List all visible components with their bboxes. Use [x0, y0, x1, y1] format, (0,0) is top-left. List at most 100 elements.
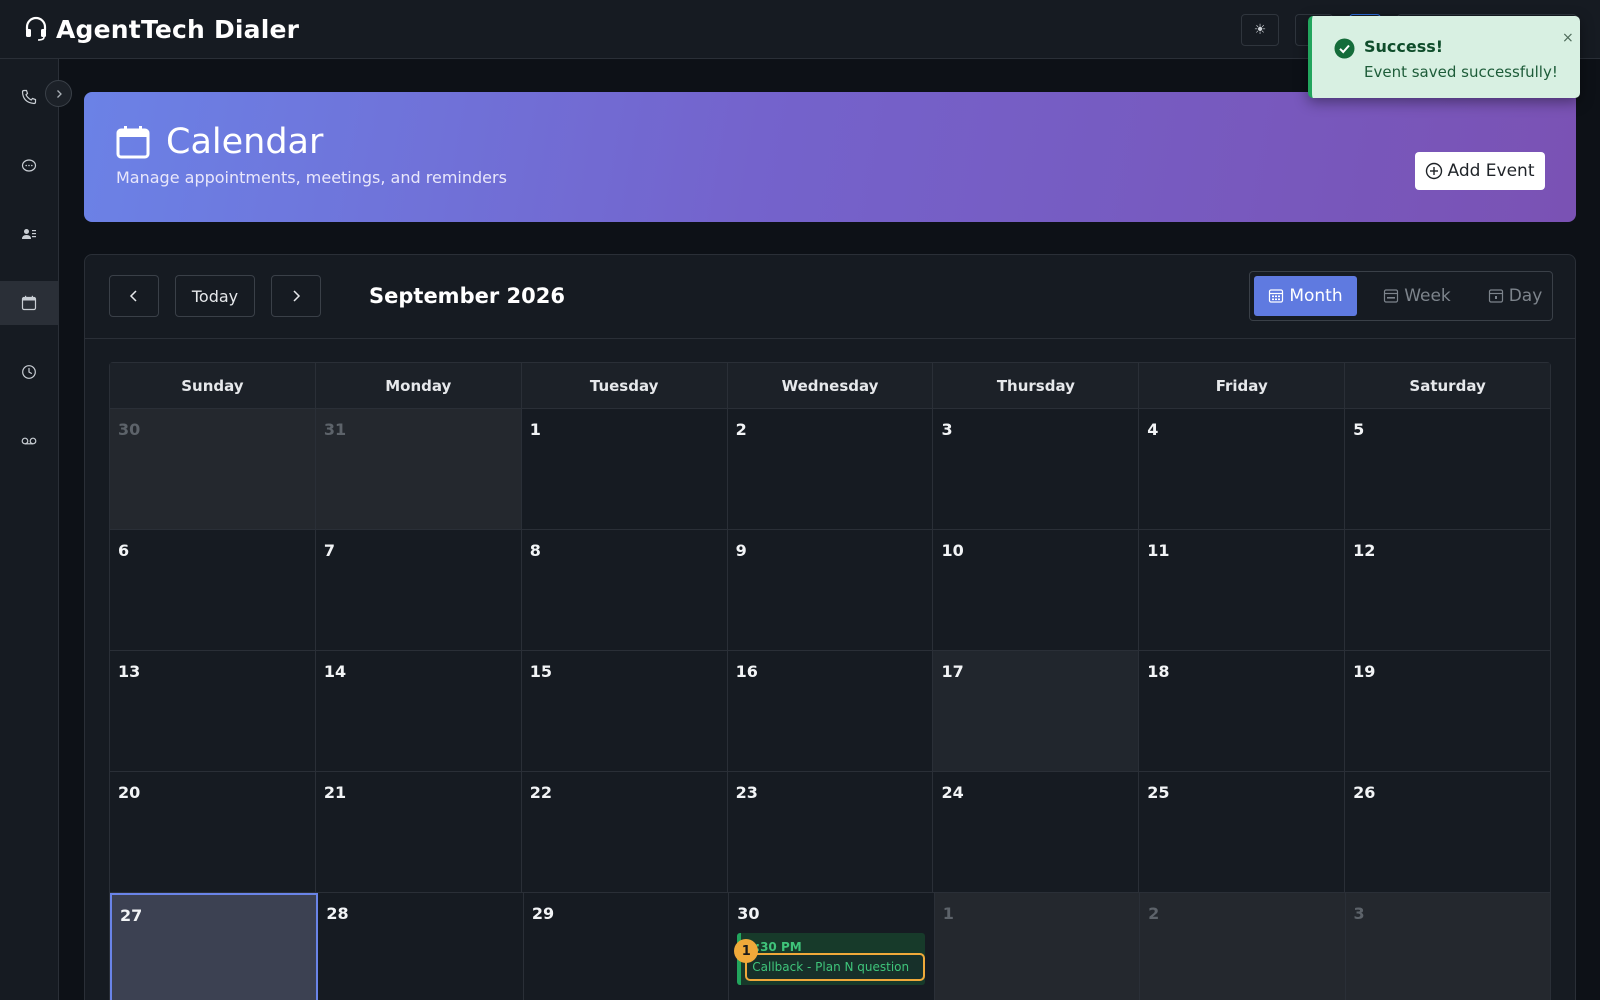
- calendar-week-icon: [1384, 289, 1399, 303]
- day-cell[interactable]: 16: [727, 651, 934, 771]
- view-day-button[interactable]: Day: [1476, 276, 1554, 316]
- day-cell[interactable]: 21: [315, 772, 522, 892]
- page-header-banner: Calendar Manage appointments, meetings, …: [84, 92, 1576, 222]
- view-day-label: Day: [1508, 286, 1543, 306]
- day-cell[interactable]: 1: [521, 409, 728, 529]
- weekday-label: Monday: [316, 363, 522, 408]
- day-cell[interactable]: 22: [521, 772, 728, 892]
- view-week-label: Week: [1404, 286, 1451, 306]
- week-row: 6 7 8 9 10 11 12: [110, 530, 1551, 651]
- chevron-right-icon: [293, 290, 301, 302]
- next-month-button[interactable]: [271, 275, 321, 317]
- day-number: 5: [1353, 420, 1365, 439]
- sidebar-toggle-button[interactable]: [45, 80, 72, 107]
- day-cell[interactable]: 26: [1345, 772, 1551, 892]
- day-number: 20: [118, 783, 141, 802]
- weekday-header: Sunday Monday Tuesday Wednesday Thursday…: [110, 363, 1550, 409]
- day-cell[interactable]: 29: [523, 893, 730, 1000]
- theme-toggle-button[interactable]: ☀: [1241, 14, 1279, 46]
- add-event-button[interactable]: Add Event: [1415, 152, 1545, 190]
- toast-message: Event saved successfully!: [1364, 63, 1558, 81]
- day-cell[interactable]: 28: [318, 893, 524, 1000]
- day-cell-today[interactable]: 27: [110, 893, 319, 1000]
- view-month-button[interactable]: Month: [1254, 276, 1357, 316]
- calendar-card: Today September 2026 Month Week Day Sund…: [84, 254, 1576, 1000]
- today-button[interactable]: Today: [175, 275, 255, 317]
- success-toast: Success! Event saved successfully! ×: [1308, 16, 1580, 98]
- day-cell[interactable]: 3: [1345, 893, 1550, 1000]
- calendar-event[interactable]: :30 PM Callback - Plan N question 1: [734, 933, 926, 985]
- day-cell[interactable]: 30 :30 PM Callback - Plan N question 1: [729, 893, 935, 1000]
- chat-icon: [21, 159, 37, 172]
- day-cell[interactable]: 11: [1139, 530, 1346, 650]
- day-number: 23: [735, 783, 758, 802]
- previous-month-button[interactable]: [109, 275, 159, 317]
- day-number: 4: [1147, 420, 1159, 439]
- day-number: 24: [941, 783, 964, 802]
- day-cell[interactable]: 6: [110, 530, 316, 650]
- day-cell[interactable]: 14: [315, 651, 522, 771]
- day-cell[interactable]: 10: [933, 530, 1140, 650]
- weekday-label: Wednesday: [728, 363, 934, 408]
- calendar-day-icon: [1488, 289, 1503, 303]
- day-cell[interactable]: 13: [110, 651, 316, 771]
- day-cell[interactable]: 31: [315, 409, 522, 529]
- day-number: 10: [941, 541, 964, 560]
- month-grid: Sunday Monday Tuesday Wednesday Thursday…: [109, 362, 1551, 1000]
- day-number: 18: [1147, 662, 1170, 681]
- chevron-left-icon: [129, 290, 137, 302]
- day-cell[interactable]: 18: [1139, 651, 1346, 771]
- day-cell[interactable]: 2: [1140, 893, 1346, 1000]
- day-cell[interactable]: 19: [1345, 651, 1551, 771]
- day-cell[interactable]: 2: [727, 409, 934, 529]
- day-cell-hover[interactable]: 17: [933, 651, 1140, 771]
- weekday-label: Sunday: [110, 363, 316, 408]
- day-cell[interactable]: 12: [1345, 530, 1551, 650]
- day-cell[interactable]: 4: [1139, 409, 1346, 529]
- calendar-icon: [21, 295, 37, 311]
- day-number: 21: [323, 783, 347, 802]
- weekday-label: Friday: [1139, 363, 1346, 408]
- day-cell[interactable]: 25: [1139, 772, 1346, 892]
- sidebar-item-messages[interactable]: [0, 144, 58, 188]
- day-cell[interactable]: 8: [521, 530, 728, 650]
- day-cell[interactable]: 3: [933, 409, 1140, 529]
- day-cell[interactable]: 30: [110, 409, 316, 529]
- day-cell[interactable]: 7: [315, 530, 522, 650]
- week-row: 13 14 15 16 17 18 19: [110, 651, 1551, 772]
- day-number: 22: [529, 783, 552, 802]
- add-event-label: Add Event: [1447, 161, 1535, 181]
- phone-icon: [21, 89, 37, 105]
- day-number: 8: [529, 541, 541, 560]
- day-number: 27: [120, 906, 143, 925]
- view-switcher: Month Week Day: [1249, 271, 1553, 321]
- day-number: 16: [735, 662, 758, 681]
- day-cell[interactable]: 20: [110, 772, 316, 892]
- event-title[interactable]: Callback - Plan N question: [745, 953, 926, 981]
- sidebar-item-voicemail[interactable]: [0, 419, 58, 463]
- weekday-label: Saturday: [1409, 376, 1486, 395]
- toast-close-button[interactable]: ×: [1562, 30, 1574, 46]
- sidebar-item-history[interactable]: [0, 350, 58, 394]
- sidebar-item-contacts[interactable]: [0, 212, 58, 256]
- day-number: 1: [529, 420, 541, 439]
- day-cell[interactable]: 24: [933, 772, 1140, 892]
- calendar-icon: [116, 126, 150, 159]
- day-number: 7: [323, 541, 335, 560]
- day-cell[interactable]: 5: [1345, 409, 1551, 529]
- day-number: 28: [326, 904, 349, 923]
- day-cell[interactable]: 9: [727, 530, 934, 650]
- day-number: 19: [1353, 662, 1376, 681]
- day-number: 25: [1147, 783, 1170, 802]
- sidebar-item-calendar[interactable]: [0, 281, 58, 325]
- app-title: AgentTech Dialer: [56, 14, 300, 44]
- chevron-right-icon: [56, 89, 62, 98]
- day-number: 12: [1353, 541, 1376, 560]
- view-week-button[interactable]: Week: [1368, 276, 1466, 316]
- day-cell[interactable]: 1: [934, 893, 1141, 1000]
- day-cell[interactable]: 23: [727, 772, 934, 892]
- day-number: 30: [737, 904, 760, 923]
- day-number: 1: [942, 904, 954, 923]
- day-number: 9: [735, 541, 747, 560]
- day-cell[interactable]: 15: [521, 651, 728, 771]
